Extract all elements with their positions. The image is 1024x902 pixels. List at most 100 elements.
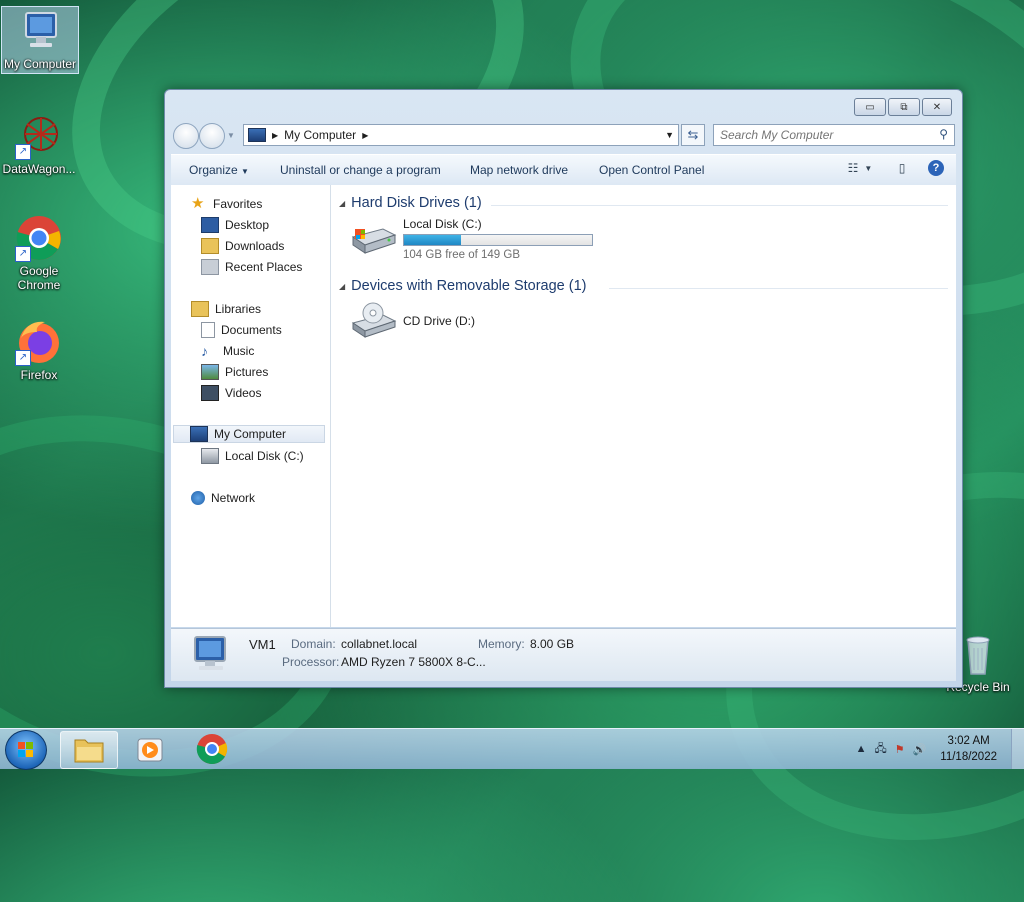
search-input[interactable] xyxy=(714,127,932,143)
address-dropdown-icon[interactable]: ▼ xyxy=(665,130,674,140)
breadcrumb-my-computer[interactable]: My Computer xyxy=(284,128,356,142)
refresh-button[interactable]: ⇆ xyxy=(681,124,705,146)
taskbar-chrome-button[interactable] xyxy=(184,731,240,767)
disk-usage-fill xyxy=(404,235,461,245)
chrome-icon: ↗ xyxy=(15,214,63,262)
search-box[interactable]: ⚲ xyxy=(713,124,955,146)
computer-icon xyxy=(190,426,208,442)
star-icon: ★ xyxy=(191,195,205,212)
close-button[interactable]: ✕ xyxy=(922,98,952,116)
window-controls: ▭ ⧉ ✕ xyxy=(854,98,952,116)
breadcrumb-arrow-icon[interactable]: ▶ xyxy=(272,131,278,140)
shortcut-arrow-icon: ↗ xyxy=(15,246,31,262)
open-control-panel-button[interactable]: Open Control Panel xyxy=(599,163,704,177)
desktop-icon-datawagon[interactable]: ↗ DataWagon... xyxy=(1,112,77,176)
shortcut-arrow-icon: ↗ xyxy=(15,350,31,366)
collapse-triangle-icon[interactable]: ◢ xyxy=(339,282,345,291)
nav-label: Documents xyxy=(221,323,282,337)
nav-documents[interactable]: Documents xyxy=(201,321,282,339)
explorer-window[interactable]: ▭ ⧉ ✕ ▼ ▶ My Computer ▶ ▼ ⇆ ⚲ Organize ▼… xyxy=(164,89,963,688)
computer-icon xyxy=(248,128,266,142)
back-button[interactable] xyxy=(173,123,199,149)
nav-label: Downloads xyxy=(225,239,285,253)
libraries-icon xyxy=(191,301,209,317)
taskbar: ▲ 🖧 ⚑ 🔊 3:02 AM 11/18/2022 xyxy=(0,728,1024,770)
nav-libraries[interactable]: Libraries xyxy=(191,300,261,318)
group-header-removable-storage[interactable]: ◢ Devices with Removable Storage (1) xyxy=(339,278,586,294)
nav-pictures[interactable]: Pictures xyxy=(201,363,268,381)
organize-menu[interactable]: Organize ▼ xyxy=(189,163,249,177)
nav-label: Videos xyxy=(225,386,262,400)
show-desktop-button[interactable] xyxy=(1011,729,1024,769)
drive-name: CD Drive (D:) xyxy=(403,314,475,328)
collapse-triangle-icon[interactable]: ◢ xyxy=(339,199,345,208)
nav-downloads[interactable]: Downloads xyxy=(201,237,284,255)
nav-label: Pictures xyxy=(225,365,269,379)
address-bar[interactable]: ▶ My Computer ▶ ▼ xyxy=(243,124,679,146)
start-button[interactable] xyxy=(5,730,47,770)
processor-label: Processor: xyxy=(282,655,340,669)
show-hidden-icons-icon[interactable]: ▲ xyxy=(856,743,867,755)
group-divider xyxy=(609,288,948,289)
taskbar-explorer-button[interactable] xyxy=(60,731,118,769)
processor-value: AMD Ryzen 7 5800X 8-C... xyxy=(341,655,486,669)
computer-name: VM1 xyxy=(249,637,276,652)
recent-places-icon xyxy=(201,259,219,275)
nav-music[interactable]: ♪ Music xyxy=(201,342,254,360)
action-center-flag-icon[interactable]: ⚑ xyxy=(895,743,905,756)
disk-usage-bar xyxy=(403,234,593,246)
nav-label: Favorites xyxy=(213,197,263,211)
clock[interactable]: 3:02 AM 11/18/2022 xyxy=(940,733,997,765)
desktop-icon xyxy=(201,217,219,233)
content-pane: ◢ Hard Disk Drives (1) Local Disk (C:) 1… xyxy=(331,185,956,627)
command-bar: Organize ▼ Uninstall or change a program… xyxy=(171,154,956,186)
nav-my-computer[interactable]: My Computer xyxy=(173,425,325,443)
group-header-hard-disk-drives[interactable]: ◢ Hard Disk Drives (1) xyxy=(339,195,482,211)
maximize-button[interactable]: ⧉ xyxy=(888,98,920,116)
chrome-icon xyxy=(196,734,228,765)
nav-network[interactable]: Network xyxy=(191,489,255,507)
change-view-button[interactable]: ☷ ▼ xyxy=(842,159,878,177)
desktop-icon-my-computer[interactable]: My Computer xyxy=(1,6,79,74)
nav-label: Music xyxy=(223,344,255,358)
taskbar-media-player-button[interactable] xyxy=(122,731,178,767)
nav-recent-places[interactable]: Recent Places xyxy=(201,258,302,276)
group-header-label: Devices with Removable Storage (1) xyxy=(351,278,587,294)
domain-value: collabnet.local xyxy=(341,637,418,651)
computer-icon xyxy=(16,7,64,55)
uninstall-program-button[interactable]: Uninstall or change a program xyxy=(280,163,441,177)
desktop-icon-label: My Computer xyxy=(3,57,77,71)
navigation-bar: ▼ ▶ My Computer ▶ ▼ ⇆ ⚲ xyxy=(173,123,955,149)
computer-icon xyxy=(189,635,235,678)
nav-videos[interactable]: Videos xyxy=(201,384,261,402)
folder-icon xyxy=(74,739,104,763)
recent-pages-dropdown-icon[interactable]: ▼ xyxy=(227,131,235,140)
navigation-pane: ★ Favorites Desktop Downloads Recent Pla… xyxy=(171,185,331,627)
datawagon-icon: ↗ xyxy=(15,112,63,160)
help-button[interactable]: ? xyxy=(926,159,946,177)
desktop-icon-label: DataWagon... xyxy=(2,162,76,176)
desktop-icon-chrome[interactable]: ↗ Google Chrome xyxy=(1,214,77,292)
desktop-icon-firefox[interactable]: ↗ Firefox xyxy=(1,318,77,382)
nav-favorites[interactable]: ★ Favorites xyxy=(191,195,262,213)
search-icon[interactable]: ⚲ xyxy=(939,127,948,141)
minimize-button[interactable]: ▭ xyxy=(854,98,886,116)
nav-desktop[interactable]: Desktop xyxy=(201,216,269,234)
windows-logo-icon xyxy=(18,742,33,757)
drive-item-cd-drive-d[interactable]: CD Drive (D:) xyxy=(349,301,475,341)
forward-button[interactable] xyxy=(199,123,225,149)
volume-icon[interactable]: 🔊 xyxy=(913,743,927,756)
nav-label: Recent Places xyxy=(225,260,303,274)
details-pane: VM1 Domain: collabnet.local Memory: 8.00… xyxy=(171,628,956,681)
network-tray-icon[interactable]: 🖧 xyxy=(874,740,886,759)
nav-label: Desktop xyxy=(225,218,270,232)
preview-pane-button[interactable]: ▯ xyxy=(892,159,912,177)
drive-name: Local Disk (C:) xyxy=(403,217,482,231)
desktop-icon-label: Google Chrome xyxy=(17,264,61,292)
drive-item-local-disk-c[interactable]: Local Disk (C:) 104 GB free of 149 GB xyxy=(349,217,593,261)
group-divider xyxy=(491,205,948,206)
map-network-drive-button[interactable]: Map network drive xyxy=(470,163,568,177)
system-tray: ▲ 🖧 ⚑ 🔊 3:02 AM 11/18/2022 xyxy=(852,729,1024,769)
nav-local-disk[interactable]: Local Disk (C:) xyxy=(201,447,304,465)
breadcrumb-arrow-icon[interactable]: ▶ xyxy=(362,131,368,140)
